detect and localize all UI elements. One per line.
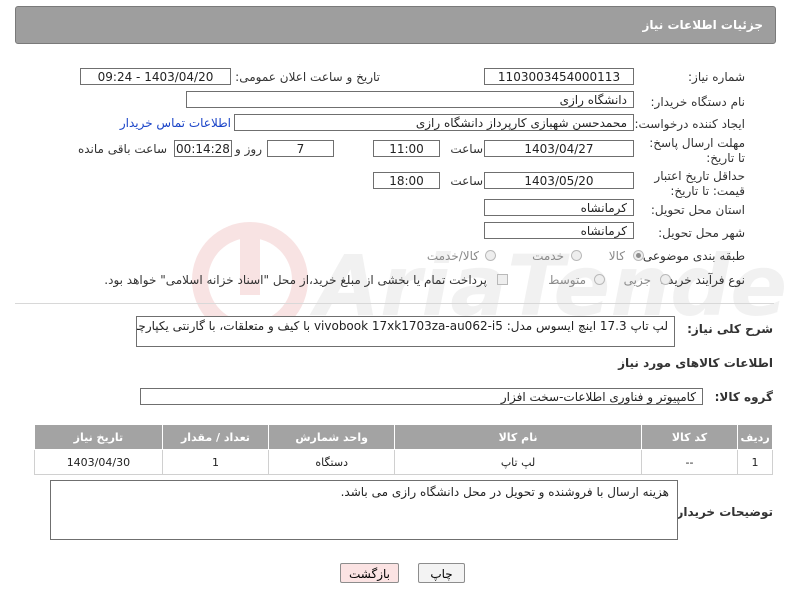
goods-info-title: اطلاعات کالاهای مورد نیاز <box>618 356 773 370</box>
category-label: طبقه بندی موضوعی: <box>638 249 745 263</box>
buyer-org-label: نام دستگاه خریدار: <box>650 95 746 109</box>
contact-buyer-link[interactable]: اطلاعات تماس خریدار <box>120 116 231 130</box>
cell-quantity: 1 <box>161 449 270 475</box>
remaining-time-field[interactable]: 00:14:28 <box>174 140 232 157</box>
cell-row-number: 1 <box>737 449 773 475</box>
validity-date-field[interactable]: 1403/05/20 <box>484 172 634 189</box>
process-minor-radio[interactable] <box>660 274 671 285</box>
province-label: استان محل تحویل: <box>650 203 745 217</box>
goods-group-field[interactable]: کامپیوتر و فناوری اطلاعات-سخت افزار <box>140 388 703 405</box>
announce-label: تاریخ و ساعت اعلان عمومی: <box>235 70 380 84</box>
days-remaining-field[interactable]: 7 <box>267 140 334 157</box>
header-panel: جزئیات اطلاعات نیاز <box>15 6 776 44</box>
col-quantity: تعداد / مقدار <box>161 424 270 450</box>
province-field[interactable]: کرمانشاه <box>484 199 634 216</box>
col-row-number: ردیف <box>737 424 773 450</box>
cell-goods-name: لپ تاپ <box>394 449 642 475</box>
treasury-payment-checkbox[interactable] <box>497 274 508 285</box>
process-minor-label: جزیی <box>623 273 651 287</box>
print-button[interactable]: چاپ <box>418 563 465 583</box>
reply-time-label: ساعت <box>450 142 483 156</box>
process-medium-label: متوسط <box>548 273 586 287</box>
buyer-org-field[interactable]: دانشگاه رازی <box>186 91 634 108</box>
goods-table: ردیف کد کالا نام کالا واحد شمارش تعداد /… <box>34 424 773 475</box>
validity-time-label: ساعت <box>450 174 483 188</box>
goods-table-header: ردیف کد کالا نام کالا واحد شمارش تعداد /… <box>34 424 773 450</box>
remaining-label: ساعت باقی مانده <box>77 142 167 156</box>
announce-datetime-field[interactable]: 1403/04/20 - 09:24 <box>80 68 231 85</box>
description-label: شرح کلی نیاز: <box>687 322 773 336</box>
category-goods-label: کالا <box>608 249 625 263</box>
category-service-label: خدمت <box>532 249 564 263</box>
city-field[interactable]: کرمانشاه <box>484 222 634 239</box>
need-number-label: شماره نیاز: <box>688 70 745 84</box>
process-medium-radio[interactable] <box>594 274 605 285</box>
treasury-payment-note: پرداخت تمام یا بخشی از مبلغ خرید،از محل … <box>104 273 487 287</box>
category-goods-radio[interactable] <box>633 250 644 261</box>
creator-label: ایجاد کننده درخواست: <box>634 117 745 131</box>
col-need-date: تاریخ نیاز <box>34 424 163 450</box>
divider <box>15 303 774 304</box>
category-goods-service-label: کالا/خدمت <box>426 249 479 263</box>
cell-need-date: 1403/04/30 <box>34 449 163 475</box>
reply-time-field[interactable]: 11:00 <box>373 140 440 157</box>
description-field[interactable]: لپ تاپ 17.3 اینچ ایسوس مدل: vivobook 17x… <box>136 316 675 347</box>
category-goods-service-radio[interactable] <box>485 250 496 261</box>
validity-time-field[interactable]: 18:00 <box>373 172 440 189</box>
need-number-field[interactable]: 1103003454000113 <box>484 68 634 85</box>
days-label: روز و <box>235 142 262 156</box>
cell-goods-code: -- <box>640 449 739 475</box>
validity-label: حداقل تاریخ اعتبار قیمت: تا تاریخ: <box>654 169 745 198</box>
col-unit: واحد شمارش <box>268 424 396 450</box>
col-goods-code: کد کالا <box>640 424 739 450</box>
col-goods-name: نام کالا <box>394 424 642 450</box>
table-row[interactable]: 1 -- لپ تاپ دستگاه 1 1403/04/30 <box>34 449 773 475</box>
creator-field[interactable]: محمدحسن شهبازی کارپرداز دانشگاه رازی <box>234 114 634 131</box>
process-label: نوع فرآیند خرید : <box>660 273 745 287</box>
page-title: جزئیات اطلاعات نیاز <box>642 18 763 32</box>
category-service-radio[interactable] <box>571 250 582 261</box>
city-label: شهر محل تحویل: <box>658 226 745 240</box>
goods-group-label: گروه کالا: <box>714 390 773 404</box>
buyer-notes-label: توضیحات خریدار: <box>671 505 773 519</box>
cell-unit: دستگاه <box>268 449 396 475</box>
back-button[interactable]: بازگشت <box>340 563 399 583</box>
buyer-notes-field[interactable]: هزینه ارسال با فروشنده و تحویل در محل دا… <box>50 480 678 540</box>
reply-date-field[interactable]: 1403/04/27 <box>484 140 634 157</box>
reply-deadline-label: مهلت ارسال پاسخ: تا تاریخ: <box>649 136 745 165</box>
